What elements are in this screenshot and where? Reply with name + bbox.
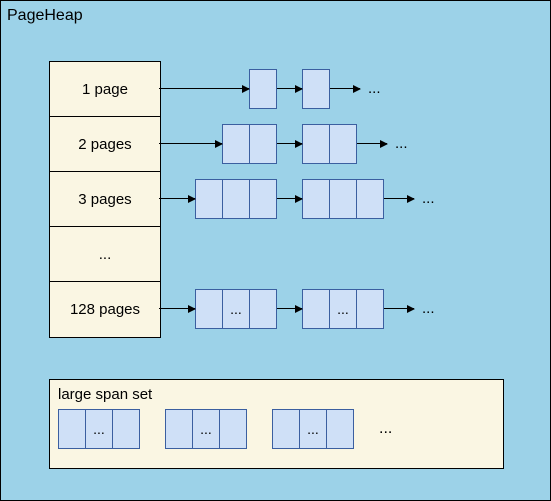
page-cell (250, 180, 276, 218)
page-cell: ... (223, 290, 250, 328)
arrow (357, 143, 387, 145)
page-cell: ... (330, 290, 357, 328)
pageheap-diagram: PageHeap 1 page2 pages3 pages...128 page… (0, 0, 551, 501)
span-box: ... (58, 409, 140, 449)
span-box: ... (195, 289, 277, 329)
span-box (222, 124, 277, 164)
page-cell: ... (86, 410, 113, 448)
page-cell (250, 290, 276, 328)
page-cell (303, 290, 330, 328)
large-span-set: large span set ............ (49, 379, 504, 469)
arrow (330, 88, 360, 90)
page-cell (357, 180, 383, 218)
ellipsis: ... (422, 190, 435, 207)
page-cell (166, 410, 193, 448)
diagram-title: PageHeap (7, 7, 83, 25)
span-list-row: ... (159, 61, 381, 116)
page-cell (303, 125, 330, 163)
ellipsis: ... (379, 420, 392, 438)
page-cell (250, 125, 276, 163)
page-cell (250, 70, 276, 108)
arrow (277, 198, 302, 200)
arrow (159, 88, 249, 90)
span-box (195, 179, 277, 219)
span-box (249, 69, 277, 109)
size-class-cell: 128 pages (50, 282, 160, 337)
arrow (384, 198, 414, 200)
arrow (277, 88, 302, 90)
arrow (277, 308, 302, 310)
span-box: ... (302, 289, 384, 329)
page-cell (113, 410, 139, 448)
arrow (159, 143, 222, 145)
page-cell (273, 410, 300, 448)
size-class-table: 1 page2 pages3 pages...128 pages (49, 61, 161, 338)
page-cell (223, 125, 250, 163)
arrow (159, 198, 195, 200)
size-class-cell: 3 pages (50, 172, 160, 227)
large-span-set-label: large span set (58, 386, 495, 403)
ellipsis: ... (395, 135, 408, 152)
span-box: ... (165, 409, 247, 449)
span-list-row: ... (159, 171, 435, 226)
page-cell: ... (193, 410, 220, 448)
page-cell (303, 70, 329, 108)
page-cell (330, 180, 357, 218)
page-cell: ... (300, 410, 327, 448)
span-list-row: ... (159, 116, 408, 171)
page-cell (357, 290, 383, 328)
page-cell (327, 410, 353, 448)
arrow (277, 143, 302, 145)
span-box: ... (272, 409, 354, 449)
page-cell (223, 180, 250, 218)
span-box (302, 124, 357, 164)
page-cell (196, 180, 223, 218)
page-cell (303, 180, 330, 218)
span-box (302, 179, 384, 219)
span-box (302, 69, 330, 109)
span-list-row: ......... (159, 281, 435, 336)
arrow (159, 308, 195, 310)
ellipsis: ... (422, 300, 435, 317)
size-class-cell: ... (50, 227, 160, 282)
arrow (384, 308, 414, 310)
page-cell (59, 410, 86, 448)
page-cell (196, 290, 223, 328)
page-cell (220, 410, 246, 448)
size-class-cell: 2 pages (50, 117, 160, 172)
size-class-cell: 1 page (50, 62, 160, 117)
ellipsis: ... (368, 80, 381, 97)
page-cell (330, 125, 356, 163)
large-span-row: ............ (58, 409, 495, 449)
